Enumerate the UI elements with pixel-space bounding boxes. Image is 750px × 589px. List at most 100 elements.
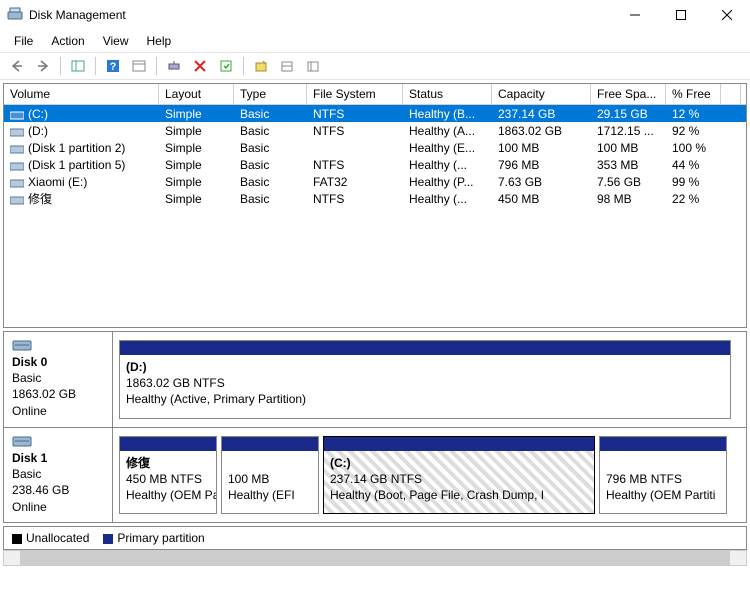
- action1-button[interactable]: [250, 55, 272, 77]
- maximize-button[interactable]: [658, 0, 704, 29]
- volume-layout: Simple: [159, 175, 234, 189]
- partition-size: 1863.02 GB NTFS: [126, 376, 225, 390]
- partition[interactable]: 100 MBHealthy (EFI: [221, 436, 319, 514]
- volume-type: Basic: [234, 141, 307, 155]
- volume-pctfree: 99 %: [666, 175, 721, 189]
- volume-name: (Disk 1 partition 5): [28, 158, 125, 172]
- volume-layout: Simple: [159, 124, 234, 138]
- disk-size: 238.46 GB: [12, 483, 69, 497]
- volume-layout: Simple: [159, 192, 234, 206]
- disk-type: Basic: [12, 467, 41, 481]
- column-status[interactable]: Status: [403, 84, 492, 104]
- legend-unallocated: Unallocated: [12, 531, 89, 545]
- toolbar-separator: [60, 57, 61, 75]
- forward-button[interactable]: [32, 55, 54, 77]
- partition[interactable]: (C:) 237.14 GB NTFS Healthy (Boot, Page Fi…: [323, 436, 595, 514]
- properties-button[interactable]: [215, 55, 237, 77]
- drive-icon: [10, 109, 24, 119]
- partition-size: 237.14 GB NTFS: [330, 472, 422, 486]
- menu-file[interactable]: File: [6, 32, 41, 50]
- volume-capacity: 237.14 GB: [492, 107, 591, 121]
- menubar: File Action View Help: [0, 30, 750, 52]
- partition-size: 100 MB: [228, 472, 269, 486]
- partition-status: Healthy (OEM Par: [126, 488, 216, 502]
- action3-button[interactable]: [302, 55, 324, 77]
- partition-title: (D:): [126, 360, 147, 374]
- disk-info[interactable]: Disk 0Basic1863.02 GBOnline: [4, 332, 113, 427]
- volume-row[interactable]: 修復SimpleBasicNTFSHealthy (...450 MB98 MB…: [4, 190, 746, 207]
- legend: Unallocated Primary partition: [3, 526, 747, 550]
- toolbar-separator: [95, 57, 96, 75]
- volume-status: Healthy (...: [403, 192, 492, 206]
- volume-type: Basic: [234, 124, 307, 138]
- disk-icon: [12, 434, 32, 448]
- action2-button[interactable]: [276, 55, 298, 77]
- volume-pctfree: 44 %: [666, 158, 721, 172]
- disk-info[interactable]: Disk 1Basic238.46 GBOnline: [4, 428, 113, 522]
- title-bar: Disk Management: [0, 0, 750, 30]
- volume-layout: Simple: [159, 141, 234, 155]
- menu-help[interactable]: Help: [139, 32, 180, 50]
- svg-text:?: ?: [110, 61, 117, 73]
- column-capacity[interactable]: Capacity: [492, 84, 591, 104]
- show-hide-tree-button[interactable]: [67, 55, 89, 77]
- volume-status: Healthy (...: [403, 158, 492, 172]
- partition[interactable]: 796 MB NTFS Healthy (OEM Partiti: [599, 436, 727, 514]
- volume-type: Basic: [234, 158, 307, 172]
- close-button[interactable]: [704, 0, 750, 29]
- volume-free: 353 MB: [591, 158, 666, 172]
- partition-status: Healthy (OEM Partiti: [606, 488, 715, 502]
- drive-icon: [10, 194, 24, 204]
- drive-icon: [10, 177, 24, 187]
- column-volume[interactable]: Volume: [4, 84, 159, 104]
- volume-row[interactable]: (Disk 1 partition 2)SimpleBasicHealthy (…: [4, 139, 746, 156]
- volume-fs: NTFS: [307, 124, 403, 138]
- partition-status: Healthy (Boot, Page File, Crash Dump, I: [330, 488, 544, 502]
- volume-type: Basic: [234, 192, 307, 206]
- volume-name: (Disk 1 partition 2): [28, 141, 125, 155]
- column-headers: Volume Layout Type File System Status Ca…: [4, 84, 746, 105]
- partition-title: (C:): [330, 456, 351, 470]
- partition-size: 450 MB NTFS: [126, 472, 202, 486]
- column-pctfree[interactable]: % Free: [666, 84, 721, 104]
- volume-capacity: 100 MB: [492, 141, 591, 155]
- volume-fs: FAT32: [307, 175, 403, 189]
- volume-free: 98 MB: [591, 192, 666, 206]
- minimize-button[interactable]: [612, 0, 658, 29]
- legend-primary: Primary partition: [103, 531, 204, 545]
- partition[interactable]: 修復450 MB NTFSHealthy (OEM Par: [119, 436, 217, 514]
- back-button[interactable]: [6, 55, 28, 77]
- partition-area: 修復450 MB NTFSHealthy (OEM Par100 MBHealt…: [113, 428, 746, 522]
- volume-fs: NTFS: [307, 107, 403, 121]
- volume-layout: Simple: [159, 107, 234, 121]
- column-filesystem[interactable]: File System: [307, 84, 403, 104]
- volume-free: 7.56 GB: [591, 175, 666, 189]
- volume-fs: NTFS: [307, 192, 403, 206]
- column-layout[interactable]: Layout: [159, 84, 234, 104]
- refresh-button[interactable]: [163, 55, 185, 77]
- toolbar-separator: [156, 57, 157, 75]
- app-icon: [7, 7, 23, 23]
- horizontal-scrollbar[interactable]: [3, 550, 747, 566]
- delete-button[interactable]: [189, 55, 211, 77]
- volume-row[interactable]: Xiaomi (E:)SimpleBasicFAT32Healthy (P...…: [4, 173, 746, 190]
- menu-view[interactable]: View: [95, 32, 137, 50]
- partition[interactable]: (D:)1863.02 GB NTFSHealthy (Active, Prim…: [119, 340, 731, 419]
- partition-size: 796 MB NTFS: [606, 472, 682, 486]
- volume-row[interactable]: (C:)SimpleBasicNTFSHealthy (B...237.14 G…: [4, 105, 746, 122]
- volume-pctfree: 100 %: [666, 141, 721, 155]
- column-freespace[interactable]: Free Spa...: [591, 84, 666, 104]
- volume-name: 修復: [28, 190, 52, 207]
- volume-name: Xiaomi (E:): [28, 175, 87, 189]
- volume-row[interactable]: (D:)SimpleBasicNTFSHealthy (A...1863.02 …: [4, 122, 746, 139]
- help-button[interactable]: ?: [102, 55, 124, 77]
- settings-button[interactable]: [128, 55, 150, 77]
- volume-capacity: 7.63 GB: [492, 175, 591, 189]
- volume-row[interactable]: (Disk 1 partition 5)SimpleBasicNTFSHealt…: [4, 156, 746, 173]
- disk-size: 1863.02 GB: [12, 387, 76, 401]
- drive-icon: [10, 160, 24, 170]
- volume-free: 1712.15 ...: [591, 124, 666, 138]
- menu-action[interactable]: Action: [43, 32, 92, 50]
- volume-list[interactable]: Volume Layout Type File System Status Ca…: [3, 83, 747, 328]
- column-type[interactable]: Type: [234, 84, 307, 104]
